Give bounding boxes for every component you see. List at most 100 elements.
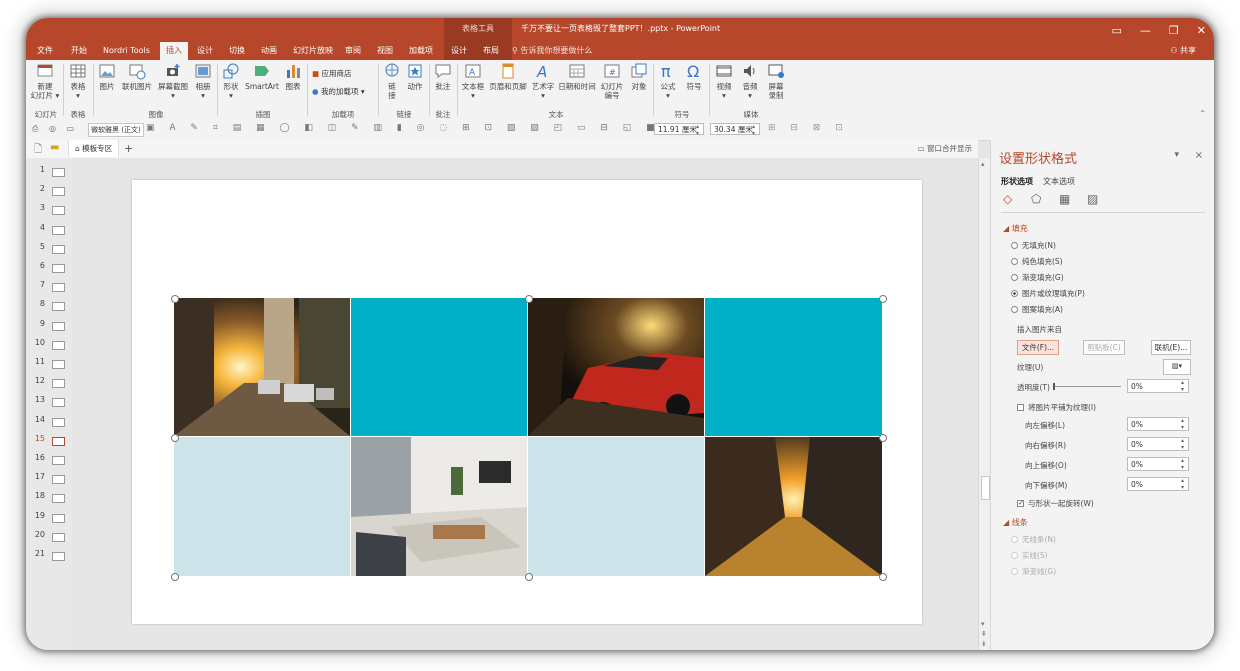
slide-thumbnail[interactable]: 7 <box>30 279 70 295</box>
picture-format-icon[interactable]: ▨ <box>1087 192 1098 206</box>
transparency-field[interactable]: 0% <box>1127 379 1189 393</box>
add-tab-button[interactable]: + <box>124 140 133 157</box>
symbol-button[interactable]: Ω 符号 <box>682 62 706 91</box>
ribbon-display-icon[interactable]: ▭ <box>1112 24 1122 37</box>
smartart-button[interactable]: SmartArt <box>244 62 280 91</box>
slide-thumbnail[interactable]: 3 <box>30 202 70 218</box>
next-slide-icon[interactable]: ⇟ <box>981 640 987 648</box>
fill-solid-radio[interactable]: 纯色填充(S) <box>1011 256 1063 267</box>
pane-options-dropdown[interactable]: ▾ <box>1174 150 1179 160</box>
screen-record-button[interactable]: 屏幕 录制 <box>764 62 788 100</box>
header-footer-button[interactable]: 页眉和页脚 <box>488 62 528 91</box>
offset-bottom-field[interactable]: 0% <box>1127 477 1189 491</box>
table-cell-lightblue-2[interactable] <box>528 437 704 576</box>
tab-nordri-tools[interactable]: Nordri Tools <box>100 42 153 60</box>
fill-line-icon[interactable]: ◇ <box>1003 192 1012 206</box>
tile-checkbox[interactable]: 将图片平铺为纹理(I) <box>1017 402 1096 413</box>
wordart-button[interactable]: A 艺术字 ▾ <box>530 62 556 100</box>
picture-table[interactable] <box>171 295 887 581</box>
table-cell-alley-sunset[interactable] <box>705 437 882 576</box>
resize-handle[interactable] <box>171 573 179 581</box>
new-document-icon[interactable]: 🗋 <box>34 142 42 159</box>
table-cell-teal-2[interactable] <box>705 298 882 436</box>
offset-left-field[interactable]: 0% <box>1127 417 1189 431</box>
video-button[interactable]: 视频 ▾ <box>712 62 736 100</box>
slide-thumbnail[interactable]: 5 <box>30 241 70 257</box>
link-button[interactable]: 链 接 <box>382 62 402 100</box>
resize-handle[interactable] <box>879 434 887 442</box>
tab-table-layout[interactable]: 布局 <box>480 42 502 60</box>
album-button[interactable]: 相册 ▾ <box>192 62 214 100</box>
rotate-with-shape-checkbox[interactable]: ✓ 与形状一起旋转(W) <box>1017 498 1094 509</box>
table-cell-teal-1[interactable] <box>351 298 527 436</box>
scroll-thumb[interactable] <box>981 476 990 500</box>
shape-height-field[interactable]: 11.91 厘米 <box>654 123 704 137</box>
datetime-button[interactable]: 日期和时间 <box>558 62 596 91</box>
slide-thumbnail[interactable]: 4 <box>30 222 70 238</box>
prev-slide-icon[interactable]: ⇞ <box>981 630 987 638</box>
slide-thumbnail[interactable]: 6 <box>30 260 70 276</box>
resize-handle[interactable] <box>525 295 533 303</box>
fill-none-radio[interactable]: 无填充(N) <box>1011 240 1056 251</box>
slide-number-button[interactable]: # 幻灯片 编号 <box>598 62 626 100</box>
slide-thumbnail[interactable]: 21 <box>30 548 70 564</box>
slide-thumbnail[interactable]: 15 <box>30 433 70 449</box>
audio-button[interactable]: 音频 ▾ <box>738 62 762 100</box>
fill-pattern-radio[interactable]: 图案填充(A) <box>1011 304 1063 315</box>
offset-top-field[interactable]: 0% <box>1127 457 1189 471</box>
screenshot-button[interactable]: 屏幕截图 ▾ <box>156 62 190 100</box>
tab-design[interactable]: 设计 <box>194 42 216 60</box>
tab-shape-options[interactable]: 形状选项 <box>1001 176 1033 187</box>
collapse-ribbon-icon[interactable]: ⌃ <box>1199 109 1206 118</box>
picture-button[interactable]: 图片 <box>96 62 118 91</box>
resize-handle[interactable] <box>171 295 179 303</box>
scroll-up-icon[interactable]: ▴ <box>981 160 985 168</box>
tab-text-options[interactable]: 文本选项 <box>1043 176 1075 187</box>
chart-button[interactable]: 图表 <box>282 62 304 91</box>
slide-thumbnail[interactable]: 13 <box>30 394 70 410</box>
table-cell-city-sunset[interactable] <box>174 298 350 436</box>
current-slide[interactable] <box>132 180 922 624</box>
line-solid-radio[interactable]: 实线(S) <box>1011 550 1048 561</box>
line-gradient-radio[interactable]: 渐变线(G) <box>1011 566 1056 577</box>
tab-insert[interactable]: 插入 <box>160 42 188 60</box>
resize-handle[interactable] <box>879 295 887 303</box>
equation-button[interactable]: π 公式 ▾ <box>656 62 680 100</box>
scroll-down-icon[interactable]: ▾ <box>981 620 985 628</box>
slide-thumbnail[interactable]: 18 <box>30 490 70 506</box>
template-tab[interactable]: ⌂ 模板专区 <box>68 140 120 157</box>
tab-view[interactable]: 视图 <box>374 42 396 60</box>
comment-button[interactable]: 批注 <box>432 62 454 91</box>
slide-thumbnail[interactable]: 11 <box>30 356 70 372</box>
slide-thumbnail[interactable]: 8 <box>30 298 70 314</box>
window-merge-toggle[interactable]: ▭ 窗口合并显示 <box>918 140 972 157</box>
my-addins-button[interactable]: ● 我的加载项 ▾ <box>312 86 365 97</box>
object-button[interactable]: 对象 <box>628 62 650 91</box>
insert-file-button[interactable]: 文件(F)... <box>1017 340 1059 355</box>
font-name-box[interactable]: 微软雅黑 (正文) <box>88 123 144 137</box>
slide-thumbnail[interactable]: 17 <box>30 471 70 487</box>
share-button[interactable]: ⚇ 共享 <box>1170 42 1196 59</box>
tab-home[interactable]: 开始 <box>68 42 90 60</box>
pane-close-button[interactable]: × <box>1195 150 1203 161</box>
insert-online-button[interactable]: 联机(E)... <box>1151 340 1191 355</box>
slide-thumbnail[interactable]: 10 <box>30 337 70 353</box>
folder-icon[interactable]: ▬ <box>50 142 59 153</box>
shapes-button[interactable]: 形状 ▾ <box>220 62 242 100</box>
effects-icon[interactable]: ⬠ <box>1031 192 1041 206</box>
restore-icon[interactable]: ❐ <box>1169 24 1179 37</box>
new-slide-button[interactable]: 新建 幻灯片 ▾ <box>30 62 60 100</box>
tell-me-box[interactable]: ⚲ 告诉我你想要做什么 <box>512 42 592 59</box>
tab-transitions[interactable]: 切换 <box>226 42 248 60</box>
slide-thumbnail[interactable]: 2 <box>30 183 70 199</box>
texture-dropdown[interactable]: ▨▾ <box>1163 359 1191 375</box>
shape-width-field[interactable]: 30.34 厘米 <box>710 123 760 137</box>
transparency-slider[interactable] <box>1053 383 1121 390</box>
slide-thumbnail[interactable]: 9 <box>30 318 70 334</box>
line-none-radio[interactable]: 无线条(N) <box>1011 534 1056 545</box>
app-store-button[interactable]: ■ 应用商店 <box>312 68 351 79</box>
offset-right-field[interactable]: 0% <box>1127 437 1189 451</box>
table-cell-interior[interactable] <box>351 437 527 576</box>
slide-thumbnail[interactable]: 16 <box>30 452 70 468</box>
slider-thumb[interactable] <box>1053 383 1055 390</box>
